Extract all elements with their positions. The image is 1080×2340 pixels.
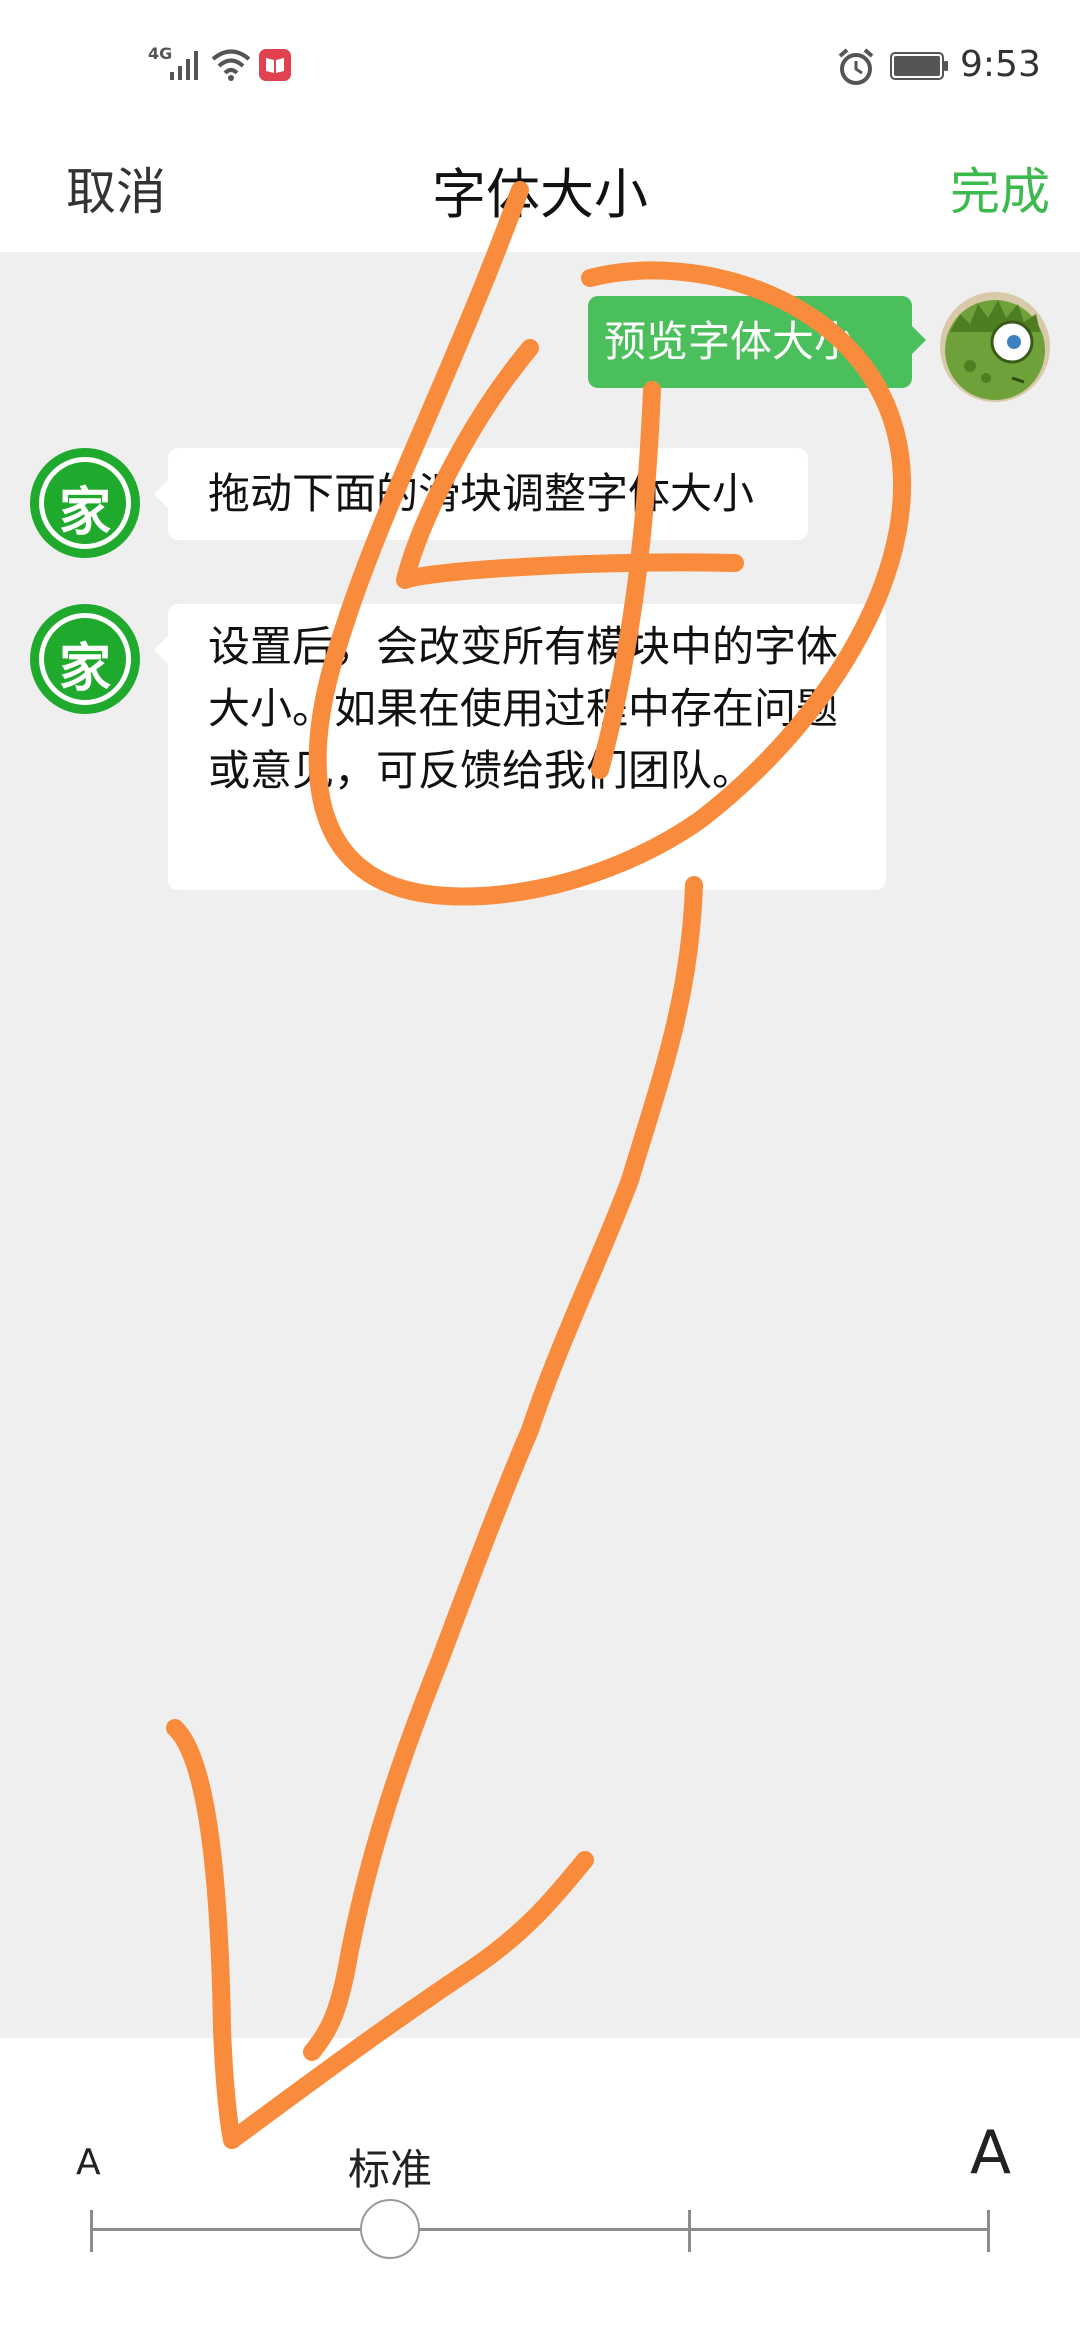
clock: 9:53 — [960, 44, 1041, 85]
signal-icon — [170, 51, 198, 80]
page-title: 字体大小 — [432, 163, 648, 226]
bot-avatar: 家 — [30, 604, 140, 714]
bot-avatar-logo: 家 — [58, 639, 111, 699]
chat-preview-area: 预览字体大小 家 拖动下面的滑块调整字体大小 家 设置后，会改变所有模块中的字体… — [0, 252, 1080, 2038]
standard-font-label: 标准 — [348, 2145, 433, 2194]
battery-icon — [890, 52, 948, 80]
font-size-slider-thumb[interactable] — [360, 2199, 420, 2259]
done-button[interactable]: 完成 — [950, 152, 1050, 224]
slider-tick[interactable] — [90, 2210, 93, 2252]
alarm-icon — [838, 48, 874, 85]
large-font-label: A — [970, 2118, 1012, 2188]
app-notification-icon — [259, 49, 291, 81]
slider-tick[interactable] — [688, 2210, 691, 2252]
bot-avatar: 家 — [30, 448, 140, 558]
incoming-message-bubble: 拖动下面的滑块调整字体大小 — [154, 448, 808, 540]
navigation-header: 取消 字体大小 完成 — [0, 130, 1080, 252]
slider-tick[interactable] — [987, 2210, 990, 2252]
incoming-message-bubble: 设置后，会改变所有模块中的字体大小。如果在使用过程中存在问题或意见，可反馈给我们… — [154, 604, 886, 890]
small-font-label: A — [76, 2142, 101, 2183]
font-size-slider-track[interactable] — [90, 2228, 990, 2231]
user-avatar-image — [940, 292, 1050, 402]
bot-avatar-logo: 家 — [58, 483, 111, 543]
font-size-panel: A 标准 A — [0, 2038, 1080, 2340]
wifi-icon — [211, 49, 251, 81]
status-bar: 4G 9:53 — [0, 0, 1080, 130]
user-avatar — [940, 292, 1050, 402]
outgoing-message-bubble: 预览字体大小 — [588, 296, 926, 388]
